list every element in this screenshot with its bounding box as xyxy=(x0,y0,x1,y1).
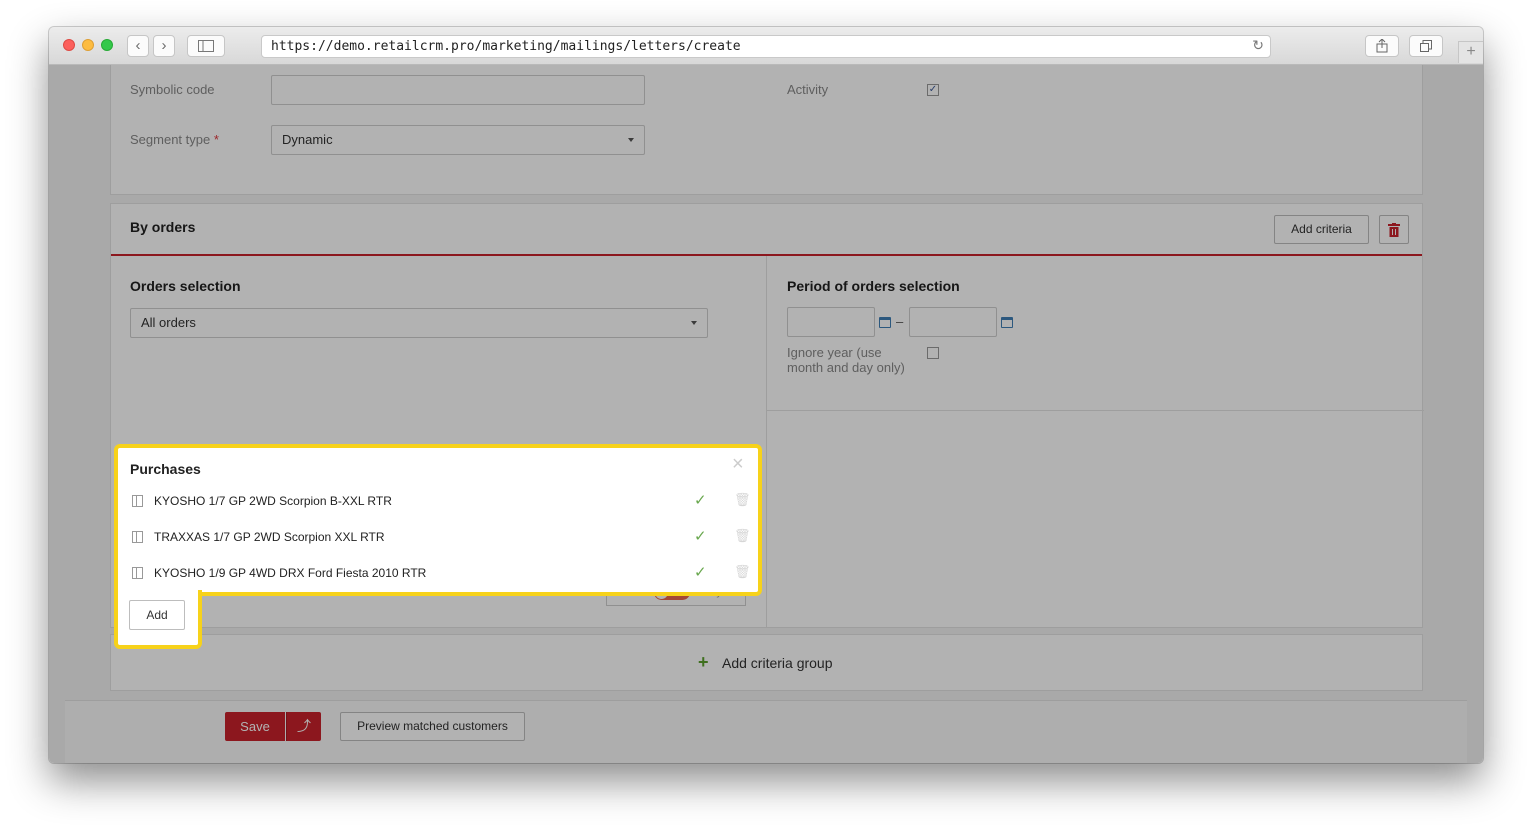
close-icon[interactable]: × xyxy=(732,453,744,476)
new-tab-icon[interactable]: + xyxy=(1458,41,1483,63)
product-icon xyxy=(132,531,143,543)
popup-joint xyxy=(118,590,198,596)
product-icon xyxy=(132,567,143,579)
purchases-popup: Purchases × KYOSHO 1/7 GP 2WD Scorpion B… xyxy=(114,444,762,596)
browser-titlebar: ‹ › https://demo.retailcrm.pro/marketing… xyxy=(49,27,1483,65)
product-icon xyxy=(132,495,143,507)
page-content: Symbolic code Activity ✓ Segment type * … xyxy=(49,65,1483,763)
minimize-window-button[interactable] xyxy=(82,39,94,51)
reload-icon[interactable]: ↻ xyxy=(1252,36,1264,57)
purchase-item: TRAXXAS 1/7 GP 2WD Scorpion XXL RTR ✓ 🗑 xyxy=(130,526,751,552)
trash-icon[interactable]: 🗑 xyxy=(734,528,751,544)
purchases-title: Purchases xyxy=(130,461,201,477)
sidebar-icon[interactable] xyxy=(187,35,225,57)
purchase-item-name: TRAXXAS 1/7 GP 2WD Scorpion XXL RTR xyxy=(154,530,385,544)
add-purchase-button[interactable]: Add xyxy=(129,600,185,630)
back-icon[interactable]: ‹ xyxy=(127,35,149,57)
browser-window: ‹ › https://demo.retailcrm.pro/marketing… xyxy=(49,27,1483,763)
purchase-item-name: KYOSHO 1/7 GP 2WD Scorpion B-XXL RTR xyxy=(154,494,392,508)
share-icon[interactable] xyxy=(1365,35,1399,57)
trash-icon[interactable]: 🗑 xyxy=(734,492,751,508)
tabs-icon[interactable] xyxy=(1409,35,1443,57)
trash-icon[interactable]: 🗑 xyxy=(734,564,751,580)
close-window-button[interactable] xyxy=(63,39,75,51)
url-text: https://demo.retailcrm.pro/marketing/mai… xyxy=(271,39,741,54)
address-bar[interactable]: https://demo.retailcrm.pro/marketing/mai… xyxy=(261,35,1271,58)
check-icon[interactable]: ✓ xyxy=(694,491,707,509)
purchase-item: KYOSHO 1/7 GP 2WD Scorpion B-XXL RTR ✓ 🗑 xyxy=(130,490,751,516)
purchase-item-name: KYOSHO 1/9 GP 4WD DRX Ford Fiesta 2010 R… xyxy=(154,566,427,580)
modal-overlay xyxy=(49,65,1483,763)
check-icon[interactable]: ✓ xyxy=(694,527,707,545)
zoom-window-button[interactable] xyxy=(101,39,113,51)
purchases-popup-footer: Add xyxy=(114,590,202,649)
forward-icon[interactable]: › xyxy=(153,35,175,57)
purchase-item: KYOSHO 1/9 GP 4WD DRX Ford Fiesta 2010 R… xyxy=(130,562,751,588)
check-icon[interactable]: ✓ xyxy=(694,563,707,581)
